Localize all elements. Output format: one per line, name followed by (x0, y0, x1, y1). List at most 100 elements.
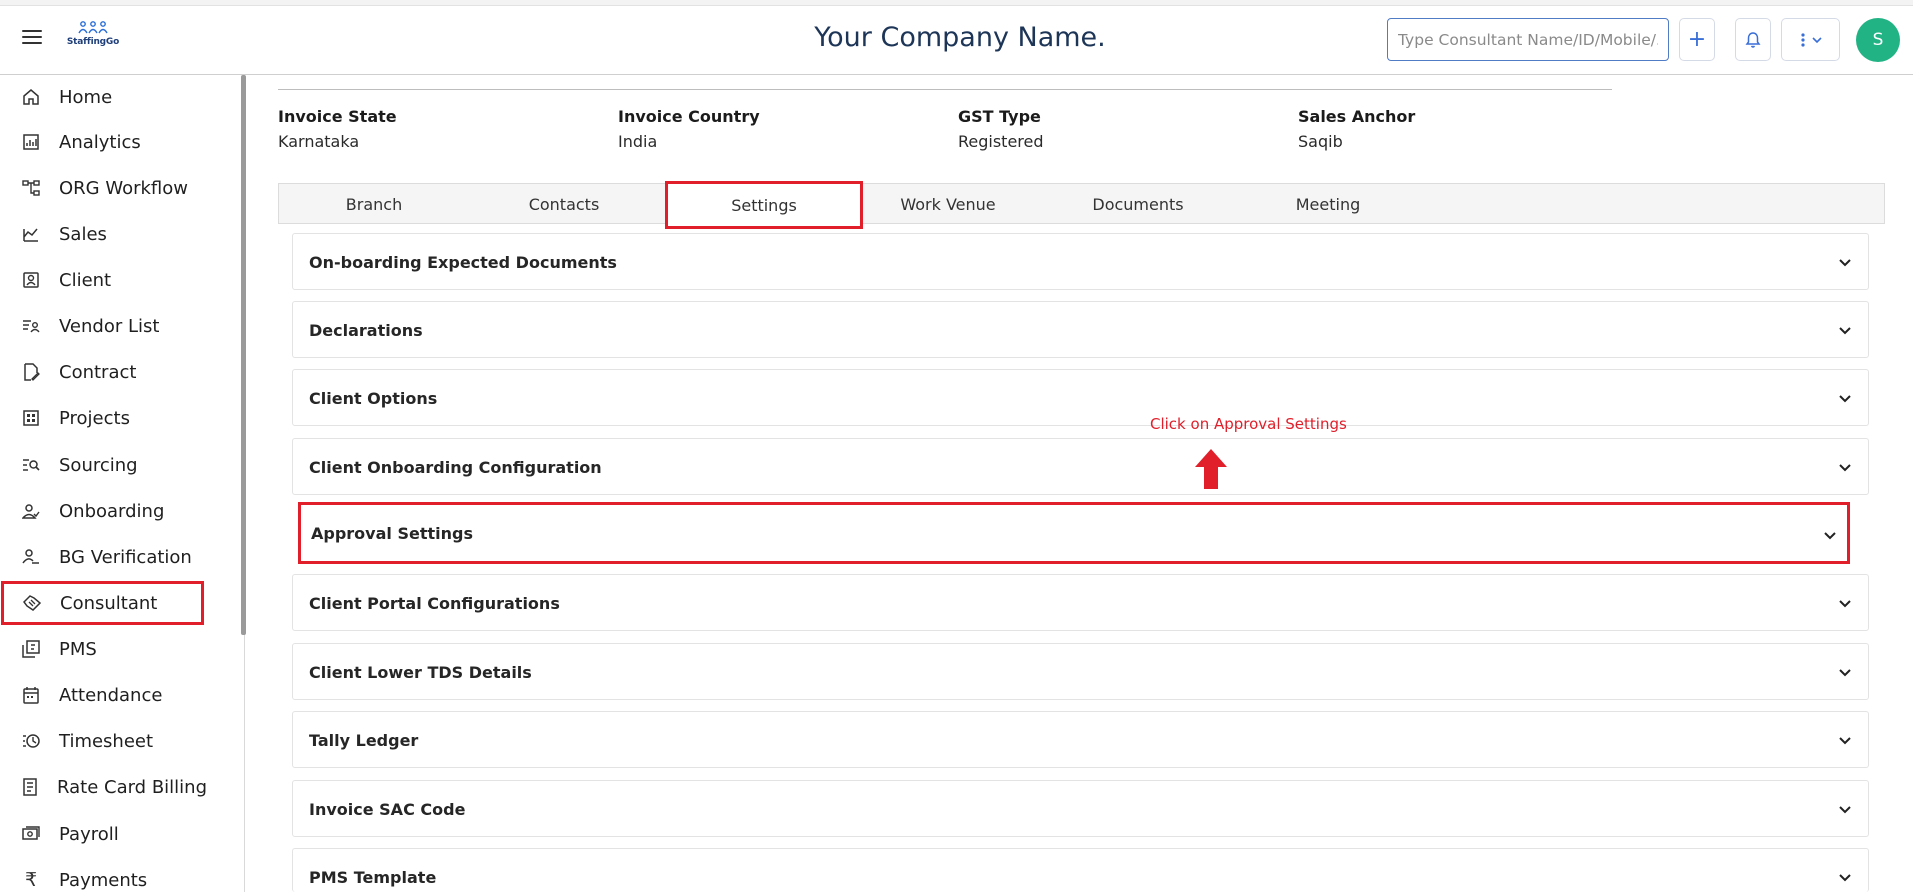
tab-bar: Branch Contacts Settings Work Venue Docu… (278, 181, 1885, 229)
contract-icon (21, 362, 41, 382)
sidebar-item-label: BG Verification (59, 546, 192, 568)
sidebar-item-rate-card-billing[interactable]: Rate Card Billing (0, 765, 207, 809)
section-divider (278, 89, 1612, 90)
projects-icon (21, 408, 41, 428)
staffinggo-logo[interactable]: StaffingGo (63, 20, 123, 56)
onboarding-icon (21, 501, 41, 521)
sidebar-item-onboarding[interactable]: Onboarding (0, 489, 205, 533)
tab-contacts[interactable]: Contacts (469, 184, 659, 224)
sidebar-item-label: Attendance (59, 684, 163, 706)
accordion-client-options[interactable]: Client Options (292, 369, 1869, 426)
info-value: Registered (958, 132, 1044, 151)
sidebar-item-vendor-list[interactable]: Vendor List (0, 304, 205, 348)
info-gst-type: GST Type Registered (958, 107, 1258, 151)
chevron-down-icon (1839, 464, 1851, 472)
sidebar-item-label: Projects (59, 407, 130, 429)
analytics-icon (21, 132, 41, 152)
accordion-title: Invoice SAC Code (309, 800, 466, 819)
bg-verification-icon (21, 547, 41, 567)
sidebar-item-sourcing[interactable]: Sourcing (0, 443, 205, 487)
sidebar-item-label: Analytics (59, 131, 141, 153)
sidebar-item-consultant[interactable]: Consultant (1, 581, 204, 625)
info-sales-anchor: Sales Anchor Saqib (1298, 107, 1598, 151)
tab-work-venue[interactable]: Work Venue (853, 184, 1043, 224)
info-label: GST Type (958, 107, 1041, 126)
accordion-onboarding-expected-documents[interactable]: On-boarding Expected Documents (292, 233, 1869, 290)
sidebar-item-label: Onboarding (59, 500, 165, 522)
sidebar-scrollbar[interactable] (241, 75, 246, 635)
sidebar-item-timesheet[interactable]: Timesheet (0, 719, 205, 763)
accordion-pms-template[interactable]: PMS Template (292, 848, 1869, 892)
info-invoice-country: Invoice Country India (618, 107, 918, 151)
plus-icon: + (1687, 27, 1707, 52)
more-options-button[interactable] (1781, 18, 1840, 61)
accordion-client-portal-configurations[interactable]: Client Portal Configurations (292, 574, 1869, 631)
accordion-tally-ledger[interactable]: Tally Ledger (292, 711, 1869, 768)
sidebar-item-label: Payments (59, 869, 148, 891)
sidebar-item-label: PMS (59, 638, 97, 660)
accordion-title: Client Lower TDS Details (309, 663, 532, 682)
user-avatar[interactable]: S (1856, 18, 1900, 62)
home-icon (21, 87, 41, 107)
accordion-invoice-sac-code[interactable]: Invoice SAC Code (292, 780, 1869, 837)
accordion-title: Client Options (309, 389, 438, 408)
accordion-client-onboarding-configuration[interactable]: Client Onboarding Configuration (292, 438, 1869, 495)
sidebar-item-projects[interactable]: Projects (0, 396, 205, 440)
tab-branch[interactable]: Branch (279, 184, 469, 224)
sidebar-item-client[interactable]: Client (0, 258, 205, 302)
sourcing-icon (21, 455, 41, 475)
company-title: Your Company Name. (814, 22, 1106, 53)
arrow-up-icon (1195, 449, 1227, 489)
sidebar-item-pms[interactable]: PMS (0, 627, 205, 671)
info-value: Karnataka (278, 132, 360, 151)
consultant-icon (22, 593, 42, 613)
info-invoice-state: Invoice State Karnataka (278, 107, 578, 151)
sidebar-item-label: Vendor List (59, 315, 160, 337)
sidebar-item-payroll[interactable]: Payroll (0, 812, 205, 856)
sidebar-item-label: Contract (59, 361, 137, 383)
tab-settings[interactable]: Settings (665, 181, 863, 229)
vendor-list-icon (21, 316, 41, 336)
notifications-button[interactable] (1735, 18, 1771, 61)
accordion-declarations[interactable]: Declarations (292, 301, 1869, 358)
top-header: StaffingGo Your Company Name. + S (0, 0, 1913, 75)
sidebar-item-attendance[interactable]: Attendance (0, 673, 205, 717)
logo-people-icon (78, 21, 108, 34)
add-button[interactable]: + (1679, 18, 1715, 61)
sidebar-item-label: ORG Workflow (59, 177, 188, 199)
hamburger-menu-icon[interactable] (22, 30, 42, 46)
accordion-title: Declarations (309, 321, 423, 340)
accordion-client-lower-tds-details[interactable]: Client Lower TDS Details (292, 643, 1869, 700)
tab-documents[interactable]: Documents (1043, 184, 1233, 224)
rate-card-icon (21, 777, 39, 797)
sidebar-item-payments[interactable]: ₹ Payments (0, 858, 205, 892)
info-value: Saqib (1298, 132, 1343, 151)
sidebar-item-label: Sourcing (59, 454, 138, 476)
info-label: Invoice State (278, 107, 397, 126)
sidebar-item-analytics[interactable]: Analytics (0, 120, 205, 164)
sidebar-item-home[interactable]: Home (0, 75, 205, 119)
kebab-chevron-icon (1800, 32, 1822, 47)
logo-text: StaffingGo (66, 37, 120, 47)
info-label: Sales Anchor (1298, 107, 1416, 126)
info-value: India (618, 132, 658, 151)
chevron-down-icon (1839, 259, 1851, 267)
sidebar-item-label: Home (59, 86, 113, 108)
accordion-title: Client Portal Configurations (309, 594, 560, 613)
sidebar-item-bg-verification[interactable]: BG Verification (0, 535, 205, 579)
sidebar-item-org-workflow[interactable]: ORG Workflow (0, 166, 205, 210)
client-icon (21, 270, 41, 290)
rupee-icon: ₹ (24, 869, 38, 891)
info-label: Invoice Country (618, 107, 760, 126)
chevron-down-icon (1824, 532, 1836, 540)
attendance-icon (21, 685, 41, 705)
sidebar-item-contract[interactable]: Contract (0, 350, 205, 394)
chevron-down-icon (1839, 669, 1851, 677)
chevron-down-icon (1839, 874, 1851, 882)
consultant-search-input[interactable] (1387, 18, 1669, 61)
sidebar-item-label: Sales (59, 223, 107, 245)
sidebar-item-sales[interactable]: Sales (0, 212, 205, 256)
tab-meeting[interactable]: Meeting (1233, 184, 1423, 224)
accordion-approval-settings[interactable]: Approval Settings (298, 502, 1850, 564)
accordion-title: PMS Template (309, 868, 437, 887)
